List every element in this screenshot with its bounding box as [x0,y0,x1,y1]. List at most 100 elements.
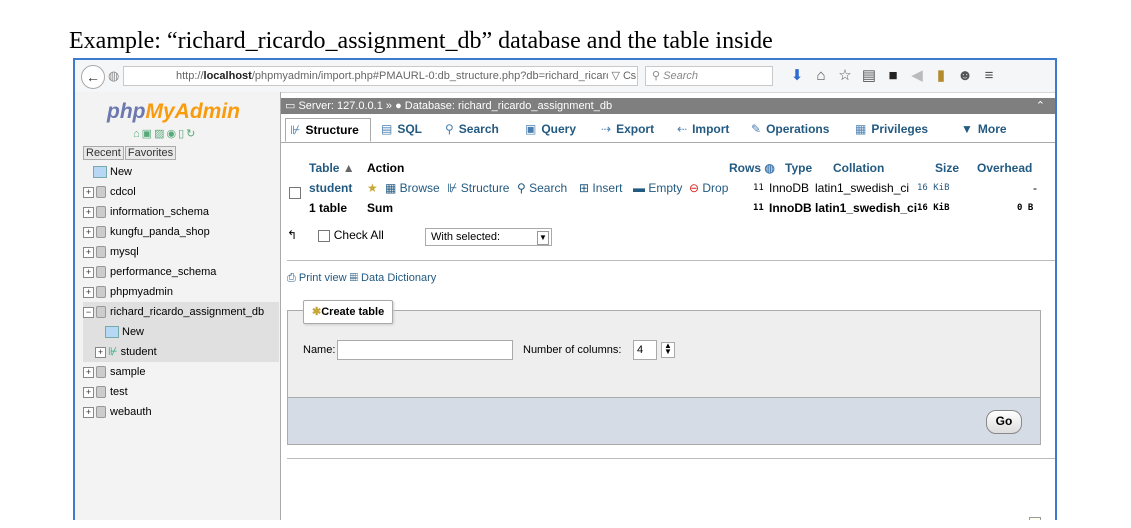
database-icon [96,286,106,299]
bookmark-icon[interactable]: ▮ [929,66,953,84]
logout-icon[interactable]: ▣ [142,128,154,140]
tree-item-information-schema[interactable]: + information_schema [83,202,279,222]
tree-item-new-table[interactable]: New [83,322,279,342]
tree-item-webauth[interactable]: + webauth [83,402,279,422]
tree-item-cdcol[interactable]: + cdcol [83,182,279,202]
header-rows[interactable]: Rows ◍ [729,158,775,178]
extension-icon[interactable]: ■ [881,67,905,84]
tab-query[interactable]: ▣ Query [521,118,580,142]
sort-asc-icon: ▲ [342,161,355,175]
expand-icon[interactable]: + [83,366,94,378]
navigation-panel: phpMyAdmin ⌂▣▨◉▯↻ Recent Favorites New + c… [75,92,281,520]
empty-link[interactable]: ▬ Empty [633,178,682,198]
expand-icon[interactable]: + [83,186,94,198]
tree-item-new[interactable]: New [83,162,279,182]
url-host: localhost [203,70,252,82]
query-icon[interactable]: ▨ [154,128,166,140]
tab-favorites[interactable]: Favorites [124,146,177,160]
pocket-icon[interactable]: ◀ [905,66,929,84]
tab-import[interactable]: ⇠ Import [673,118,733,142]
address-bar[interactable]: http://localhost/phpmyadmin/import.php#P… [123,66,638,86]
expand-icon[interactable]: + [95,346,106,358]
expand-icon[interactable]: + [83,386,94,398]
home-icon[interactable]: ⌂ [133,128,142,140]
header-table[interactable]: Table ▲ [309,158,355,178]
bookmark-star-icon[interactable]: ☆ [833,66,857,84]
help-icon[interactable]: ◍ [764,161,774,175]
tree-item-sample[interactable]: + sample [83,362,279,382]
tab-recent[interactable]: Recent [83,146,124,160]
back-button[interactable]: ← [81,65,105,89]
row-size[interactable]: 16 KiB [917,178,950,198]
page-icon[interactable]: ▯ [178,128,186,140]
tab-operations[interactable]: ✎ Operations [747,118,833,142]
tree-item-student[interactable]: + ⊮ student [83,342,279,362]
browser-window: ← ◍ http://localhost/phpmyadmin/import.p… [73,58,1057,520]
data-dictionary-link[interactable]: ▦ Data Dictionary [350,272,437,284]
url-dropdown-icon[interactable]: ▽ C [607,67,631,85]
tab-search[interactable]: ⚲ Search [441,118,503,142]
home-icon[interactable]: ⌂ [809,67,833,84]
header-type[interactable]: Type [785,158,812,178]
database-icon [96,266,106,279]
tree-item-performance-schema[interactable]: + performance_schema [83,262,279,282]
reading-list-icon[interactable]: ▤ [857,66,881,84]
globe-icon: ◍ [108,68,120,83]
menu-icon[interactable]: ≡ [977,67,1001,84]
create-table-footer: Go [287,397,1041,445]
chat-icon[interactable]: ☻ [953,67,977,84]
expand-icon[interactable]: + [83,206,94,218]
tab-privileges[interactable]: ▦ Privileges [851,118,932,142]
reload-icon[interactable]: ↻ [186,128,197,140]
expand-icon[interactable]: + [83,266,94,278]
tree-item-phpmyadmin[interactable]: + phpmyadmin [83,282,279,302]
print-view-link[interactable]: ⎙ Print view [287,272,347,284]
triangle-down-icon: ▼ [961,122,973,136]
tab-sql[interactable]: ▤ SQL [377,118,426,142]
name-label: Name: [303,344,336,356]
check-all[interactable]: Check All [318,228,384,242]
header-overhead[interactable]: Overhead [977,158,1032,178]
with-selected-select[interactable]: With selected: ▼ [425,228,552,246]
empty-icon: ▬ [633,181,649,195]
collapse-icon[interactable]: − [83,306,94,318]
browser-search-input[interactable]: ⚲ Search [645,66,773,86]
tree-item-richard-ricardo-assignment-db[interactable]: − richard_ricardo_assignment_db [83,302,279,322]
tree-item-kungfu-panda-shop[interactable]: + kungfu_panda_shop [83,222,279,242]
phpmyadmin-logo[interactable]: phpMyAdmin [107,100,240,124]
tab-export[interactable]: ⇢ Export [597,118,658,142]
structure-link[interactable]: ⊮ Structure [447,178,509,198]
tree-item-mysql[interactable]: + mysql [83,242,279,262]
favorite-star-icon[interactable]: ★ [367,178,378,198]
table-name-link[interactable]: student [309,178,352,198]
expand-icon[interactable]: + [83,246,94,258]
summary-count: 1 table [309,201,348,215]
header-size[interactable]: Size [935,158,959,178]
summary-rows: 11 [753,203,764,213]
search-link[interactable]: ⚲ Search [517,178,567,198]
expand-icon[interactable]: + [83,406,94,418]
summary-engine: InnoDB [769,201,812,215]
expand-icon[interactable]: + [83,226,94,238]
table-name-input[interactable] [337,340,513,360]
docs-icon[interactable]: ◉ [166,128,178,140]
tab-more[interactable]: ▼ More [957,118,1011,142]
divider [287,458,1055,459]
columns-stepper[interactable]: ▲ ▼ [661,342,675,358]
columns-input[interactable]: 4 [633,340,657,360]
drop-link[interactable]: ⊖ Drop [689,178,728,198]
insert-link[interactable]: ⊞ Insert [579,178,622,198]
browse-link[interactable]: ▦ Browse [385,178,440,198]
go-button[interactable]: Go [986,410,1022,434]
expand-icon[interactable]: + [83,286,94,298]
breadcrumb-database[interactable]: Database: richard_ricardo_assignment_db [405,100,612,112]
download-icon[interactable]: ⬇ [785,66,809,84]
console-icon[interactable] [1029,517,1041,520]
header-collation[interactable]: Collation [833,158,884,178]
breadcrumb-server[interactable]: Server: 127.0.0.1 [298,100,382,112]
database-icon [96,206,106,219]
collapse-up-icon[interactable]: ⌃ [1036,98,1045,114]
server-icon: ▭ [285,100,299,112]
tab-structure[interactable]: ⊮ Structure [285,118,371,142]
tree-item-test[interactable]: + test [83,382,279,402]
